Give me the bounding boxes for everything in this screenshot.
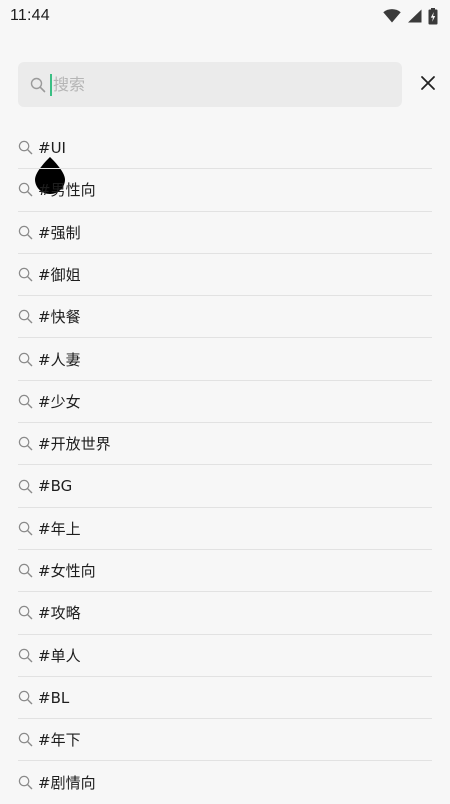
tag-label: #攻略 — [38, 604, 81, 623]
search-icon — [18, 309, 33, 324]
tag-suggestion-item[interactable]: #攻略 — [18, 592, 432, 635]
search-icon — [18, 690, 33, 705]
tag-label: #人妻 — [38, 350, 81, 369]
tag-suggestion-item[interactable]: #快餐 — [18, 296, 432, 339]
search-icon — [18, 394, 33, 409]
search-icon — [18, 563, 33, 578]
search-icon — [18, 225, 33, 240]
tag-suggestion-item[interactable]: #BL — [18, 677, 432, 720]
tag-suggestion-item[interactable]: #少女 — [18, 381, 432, 424]
tag-suggestion-item[interactable]: #BG — [18, 465, 432, 508]
text-cursor — [50, 74, 52, 96]
tag-label: #开放世界 — [38, 435, 111, 454]
tag-suggestion-item[interactable]: #男性向 — [18, 169, 432, 212]
wifi-icon — [383, 9, 401, 23]
tag-suggestion-item[interactable]: #人妻 — [18, 338, 432, 381]
search-input[interactable] — [49, 69, 373, 100]
search-icon — [18, 605, 33, 620]
status-time: 11:44 — [10, 7, 50, 24]
close-button[interactable] — [415, 72, 441, 98]
search-icon — [18, 436, 33, 451]
search-box[interactable] — [18, 62, 402, 107]
tag-suggestion-item[interactable]: #御姐 — [18, 254, 432, 297]
tag-label: #少女 — [38, 392, 81, 411]
tag-label: #年上 — [38, 519, 81, 538]
search-icon — [18, 352, 33, 367]
tag-label: #强制 — [38, 223, 81, 242]
battery-charging-icon — [428, 7, 438, 25]
tag-suggestion-item[interactable]: #UI — [18, 127, 432, 170]
tag-suggestion-item[interactable]: #女性向 — [18, 550, 432, 593]
tag-suggestion-item[interactable]: #年下 — [18, 719, 432, 762]
tag-suggestion-item[interactable]: #年上 — [18, 508, 432, 550]
search-icon — [18, 775, 33, 790]
status-bar: 11:44 — [0, 0, 450, 32]
search-icon — [18, 732, 33, 747]
tag-label: #年下 — [38, 731, 81, 750]
tag-suggestion-item[interactable]: #强制 — [18, 212, 432, 254]
tag-label: #快餐 — [38, 308, 81, 327]
tag-label: #御姐 — [38, 266, 81, 285]
tag-label: #男性向 — [38, 181, 96, 200]
tag-label: #BG — [38, 477, 73, 496]
tag-suggestion-item[interactable]: #剧情向 — [18, 761, 432, 803]
search-icon — [18, 521, 33, 536]
tag-suggestion-list: #UI #男性向 #强制 #御姐 #快餐 #人妻 #少女 #开放世界 #BG #年上 #女性向 #攻略… — [18, 127, 432, 804]
search-icon — [18, 648, 33, 663]
search-icon — [18, 140, 33, 155]
tag-label: #女性向 — [38, 562, 96, 581]
tag-label: #单人 — [38, 646, 81, 665]
tag-suggestion-item[interactable]: #开放世界 — [18, 423, 432, 466]
close-icon — [420, 75, 436, 95]
tag-suggestion-item[interactable]: #单人 — [18, 635, 432, 677]
search-icon — [30, 77, 46, 93]
tag-label: #UI — [38, 138, 66, 157]
tag-label: #剧情向 — [38, 774, 96, 793]
tag-label: #BL — [38, 688, 70, 707]
search-icon — [18, 182, 33, 197]
search-row — [18, 62, 441, 194]
cellular-signal-icon — [407, 9, 422, 23]
search-icon — [18, 479, 33, 494]
search-icon — [18, 267, 33, 282]
status-icons — [383, 7, 438, 25]
